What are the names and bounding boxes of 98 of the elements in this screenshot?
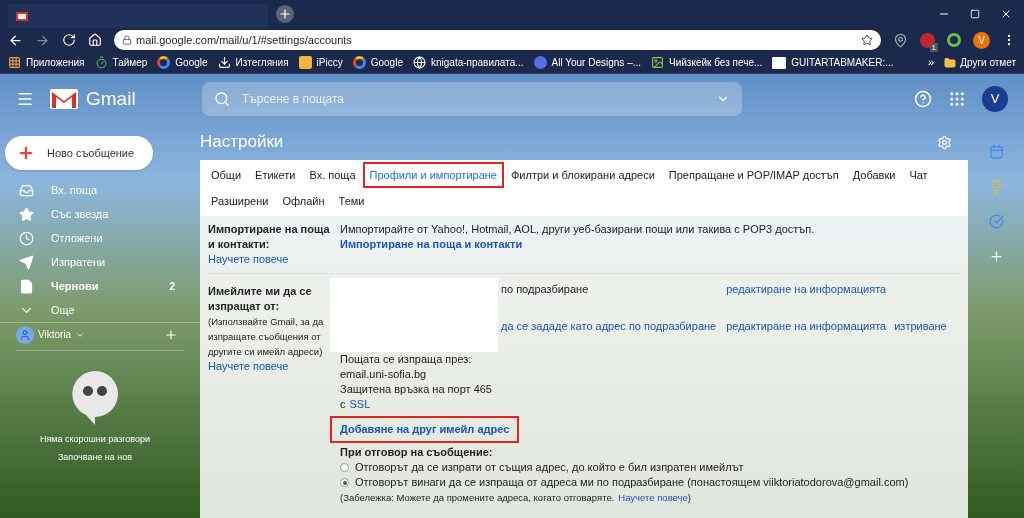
lock-icon	[122, 35, 132, 45]
check-circle-icon[interactable]	[988, 214, 1004, 229]
compose-button[interactable]: Ново съобщение	[5, 136, 153, 170]
gmail-wordmark: Gmail	[86, 86, 137, 111]
account-status[interactable]: да се зададе като адрес по подразбиране	[501, 319, 717, 334]
section-label: Имейлите ми да се изпращат от:	[208, 284, 313, 314]
radio-label: Отговорът да се изпрати от същия адрес, до който е бил изпратен имейлът	[355, 460, 744, 475]
address-bar[interactable]: mail.google.com/mail/u/1/#settings/accounts	[114, 30, 881, 50]
settings-tab[interactable]: Добавки	[845, 162, 903, 188]
settings-title: Настройки	[200, 131, 284, 154]
settings-icon[interactable]	[937, 134, 952, 150]
tab-logo-icon	[772, 56, 787, 69]
radio-label: Отговорът винаги да се изпраща от адреса ми по подразбиране (понастоящем viiktoriatodorova@gmail.com)	[355, 475, 909, 490]
bookmark-item[interactable]: Приложения	[8, 55, 85, 70]
settings-tab[interactable]: Офлайн	[275, 188, 332, 214]
mail-favicon-icon	[16, 11, 28, 21]
more-bookmarks-button[interactable]: »	[928, 54, 935, 71]
bookmark-item[interactable]: All Your Designs –...	[533, 55, 642, 70]
extension-badge: 1	[929, 42, 938, 52]
import-mail-link[interactable]: Импортиране на поща и контакти	[340, 237, 815, 252]
account-action-link[interactable]: изтриване	[894, 319, 947, 334]
settings-tab[interactable]: Общи	[204, 162, 249, 188]
gmail-logo-icon	[50, 89, 78, 109]
add-icon[interactable]	[988, 249, 1004, 264]
settings-tab[interactable]: Теми	[331, 188, 372, 214]
reload-icon[interactable]	[62, 33, 76, 47]
google-logo-icon	[157, 56, 171, 69]
folder-icon	[944, 56, 957, 69]
start-new-chat-link[interactable]: Започване на нов	[57, 450, 133, 464]
radio-button[interactable]	[340, 463, 349, 472]
section-label: Импортиране на поща и контакти:	[208, 222, 330, 252]
add-icon[interactable]	[164, 327, 178, 342]
back-icon[interactable]	[8, 32, 23, 48]
speech-bubble-quote-icon	[72, 371, 118, 425]
no-chats-text: Няма скорошни разговори	[39, 433, 151, 446]
plus-icon	[17, 144, 35, 162]
server-info-text: Защитена връзка на порт 465	[340, 382, 493, 397]
new-tab-icon[interactable]	[276, 5, 294, 23]
bookmark-item[interactable]: Таймер	[94, 55, 148, 70]
picture-icon	[298, 56, 312, 69]
bookmark-star-icon[interactable]	[861, 34, 873, 46]
other-bookmarks-item[interactable]: Други отмет	[944, 55, 1016, 70]
apps-grid-icon[interactable]	[948, 90, 966, 108]
learn-more-link[interactable]: Научете повече	[618, 490, 688, 505]
bookmark-item[interactable]: knigata-правилата...	[412, 55, 524, 70]
section-note: (Използвайте Gmail, за да изпращате съобщения от другите си имейл адреси)	[208, 315, 325, 359]
server-info-text: email.uni-sofia.bg	[340, 367, 428, 382]
help-icon[interactable]	[914, 90, 932, 108]
bookmark-item[interactable]: Изтегляния	[217, 55, 289, 70]
url-text: mail.google.com/mail/u/1/#settings/accounts	[136, 32, 353, 48]
settings-tab[interactable]: Филтри и блокирани адреси	[503, 162, 662, 188]
timer-icon	[94, 56, 108, 69]
settings-tab[interactable]: Вх. поща	[302, 162, 363, 188]
search-icon	[214, 91, 230, 107]
bookmark-item[interactable]: Чийзкейк без пече...	[651, 55, 763, 70]
download-icon	[217, 56, 231, 69]
send-icon	[19, 254, 34, 270]
account-action-link[interactable]: редактиране на информацията	[724, 319, 887, 334]
forward-icon[interactable]	[35, 32, 50, 48]
learn-more-link[interactable]: Научете повече	[208, 252, 330, 267]
server-info-text: Пощата се изпраща през:	[340, 352, 473, 367]
settings-tab[interactable]: Етикети	[248, 162, 303, 188]
clock-icon	[19, 230, 34, 246]
map-pin-icon[interactable]	[893, 32, 908, 48]
settings-tab[interactable]: Препращане и POP/IMAP достъп	[661, 162, 846, 188]
note-end: )	[687, 491, 691, 505]
ssl-prefix: с	[340, 397, 346, 412]
inbox-icon	[19, 182, 34, 198]
settings-tab[interactable]: Чат	[902, 162, 935, 188]
search-placeholder: Търсене в пощата	[242, 91, 345, 108]
apps-icon	[8, 56, 21, 69]
star-icon	[19, 206, 34, 222]
globe-icon	[412, 56, 426, 69]
settings-tab[interactable]: Разширени	[204, 188, 276, 214]
bookmark-item[interactable]: Google	[352, 55, 403, 70]
note-text: (Забележка: Можете да промените адреса, когато отговаряте.	[340, 491, 615, 505]
close-icon[interactable]	[1000, 8, 1012, 20]
reply-label: При отговор на съобщение:	[340, 445, 494, 460]
circle-logo-icon	[533, 56, 547, 69]
restore-icon[interactable]	[970, 9, 980, 19]
account-action-link[interactable]: редактиране на информацията	[724, 282, 887, 319]
image-icon	[651, 56, 665, 69]
account-avatar[interactable]: V	[982, 86, 1008, 112]
home-icon[interactable]	[88, 33, 102, 47]
google-logo-icon	[352, 56, 366, 69]
account-status: по подразбиране	[501, 282, 590, 297]
import-description: Импортирайте от Yahoo!, Hotmail, AOL, други уеб-базирани пощи или такива с POP3 достъп.	[340, 222, 815, 237]
bookmark-item[interactable]: Google	[157, 55, 208, 70]
extension-icon[interactable]	[920, 32, 935, 48]
settings-tab[interactable]: Профили и импортиране	[362, 162, 504, 188]
learn-more-link[interactable]: Научете повече	[208, 359, 330, 374]
user-avatar-icon	[16, 325, 34, 344]
bookmark-item[interactable]: GUITARTABMAKER:...	[772, 55, 894, 70]
ssl-link[interactable]: SSL	[349, 397, 371, 412]
radio-button[interactable]	[340, 478, 349, 487]
add-email-link[interactable]: Добавяне на друг имейл адрес	[330, 416, 520, 443]
file-icon	[19, 278, 34, 294]
bookmark-item[interactable]: iPiccy	[298, 55, 343, 70]
